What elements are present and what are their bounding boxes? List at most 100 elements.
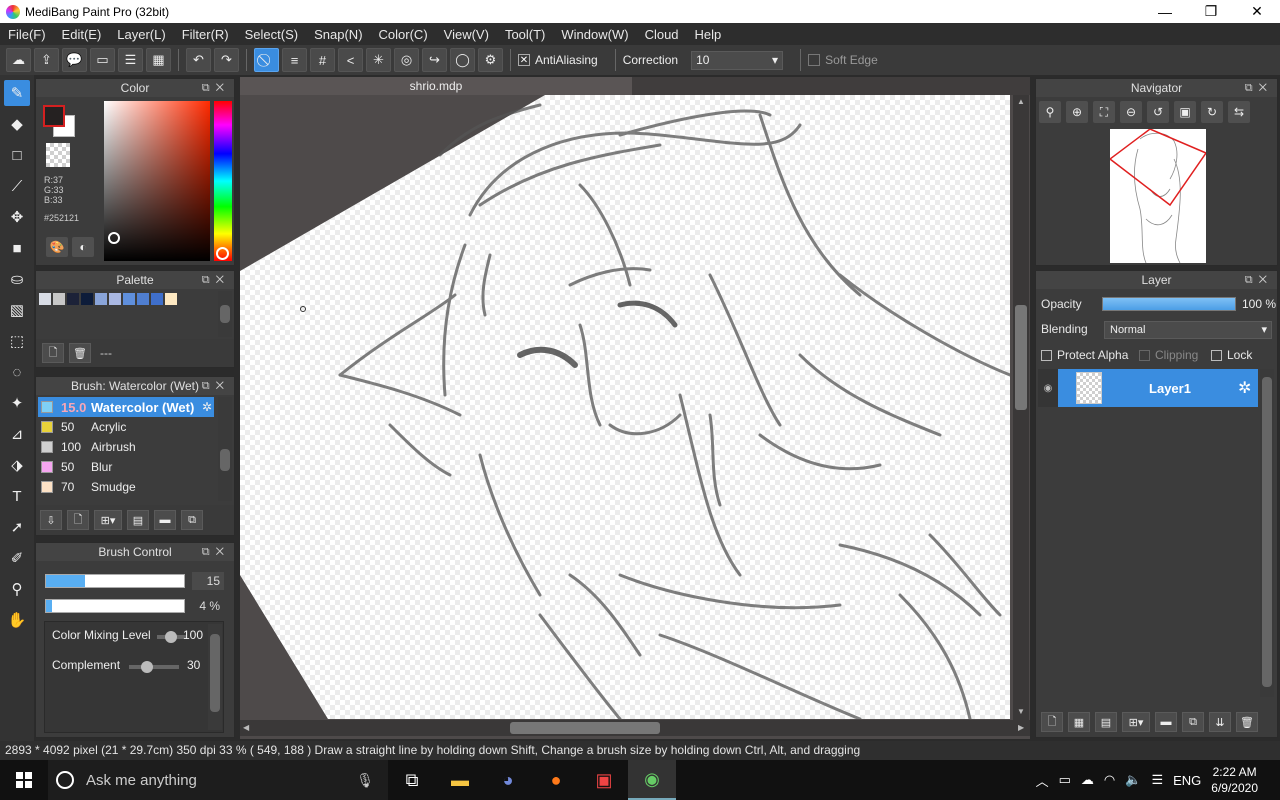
panel-popout-close-icons[interactable]: ⧉✕: [1245, 79, 1273, 97]
taskbar-search[interactable]: Ask me anything 🎙: [48, 760, 388, 800]
color-mix-icon[interactable]: ◐: [72, 237, 94, 257]
scroll-up-arrow-icon[interactable]: ▲: [1017, 97, 1025, 106]
drawing-canvas[interactable]: [240, 95, 1010, 719]
complement-slider[interactable]: [129, 661, 179, 673]
menu-select[interactable]: Select(S): [237, 27, 306, 42]
text-list-icon[interactable]: ☰: [118, 48, 143, 72]
zoom-out-icon[interactable]: ⊖: [1120, 101, 1142, 123]
new-8bit-layer-icon[interactable]: ▤: [1095, 712, 1117, 732]
balloon-icon[interactable]: ▭: [90, 48, 115, 72]
panel-layout-icon[interactable]: ▦: [146, 48, 171, 72]
cloud-icon[interactable]: ☁: [6, 48, 31, 72]
foreground-color-swatch[interactable]: [43, 105, 65, 127]
text-tool-icon[interactable]: T: [4, 483, 30, 509]
brush-opacity-slider[interactable]: [45, 599, 185, 613]
folder-icon[interactable]: ▬: [154, 510, 176, 530]
layer-opacity-slider[interactable]: [1102, 297, 1236, 311]
brush-scrollbar[interactable]: [218, 397, 232, 501]
brush-size-value[interactable]: 15: [192, 572, 224, 590]
color-mixing-knob[interactable]: [165, 631, 177, 643]
office-app-icon[interactable]: ▣: [580, 760, 628, 800]
menu-help[interactable]: Help: [687, 27, 730, 42]
brush-tool-icon[interactable]: ✎: [4, 80, 30, 106]
gear-icon[interactable]: ✲: [202, 400, 212, 414]
palette-swatch[interactable]: [81, 293, 93, 305]
delete-layer-trash-icon[interactable]: 🗑: [1236, 712, 1258, 732]
scroll-right-arrow-icon[interactable]: ▶: [1018, 723, 1024, 732]
new-halftone-layer-icon[interactable]: ▦: [1068, 712, 1090, 732]
language-indicator[interactable]: ENG: [1173, 773, 1201, 788]
clipping-checkbox[interactable]: [1139, 349, 1150, 361]
new-palette-icon[interactable]: 🗋: [42, 343, 64, 363]
lasso-tool-icon[interactable]: ◌: [4, 359, 30, 385]
layer-scrollbar[interactable]: [1260, 369, 1274, 697]
wifi-icon[interactable]: ◠: [1104, 772, 1115, 788]
select-pen-tool-icon[interactable]: ⊿: [4, 421, 30, 447]
maximize-button[interactable]: ❐: [1188, 0, 1234, 23]
curve-snap-icon[interactable]: ↪: [422, 48, 447, 72]
fit-screen-icon[interactable]: ⛶: [1093, 101, 1115, 123]
menu-window[interactable]: Window(W): [553, 27, 636, 42]
discord-icon[interactable]: ◕: [484, 760, 532, 800]
clock[interactable]: 2:22 AM 6/9/2020: [1211, 764, 1258, 796]
menu-snap[interactable]: Snap(N): [306, 27, 370, 42]
canvas-vertical-scrollbar[interactable]: ▲ ▼: [1013, 95, 1029, 720]
new-layer-icon[interactable]: 🗋: [1041, 712, 1063, 732]
rotate-right-icon[interactable]: ↻: [1201, 101, 1223, 123]
canvas-horizontal-scroll-thumb[interactable]: [510, 722, 660, 734]
canvas-vertical-scroll-thumb[interactable]: [1015, 305, 1027, 410]
duplicate-layer-icon[interactable]: ⧉: [1182, 712, 1204, 732]
brush-item-acrylic[interactable]: 50 Acrylic: [38, 417, 214, 437]
eraser-tool-icon[interactable]: ◆: [4, 111, 30, 137]
layer-settings-gear-icon[interactable]: ✲: [1238, 378, 1258, 398]
brush-settings-icon[interactable]: ▤: [127, 510, 149, 530]
speech-bubble-icon[interactable]: 💬: [62, 48, 87, 72]
hue-slider-knob[interactable]: [216, 247, 229, 260]
chevron-up-icon[interactable]: ︿: [1036, 771, 1049, 790]
palette-swatch[interactable]: [109, 293, 121, 305]
brush-item-smudge[interactable]: 70 Smudge: [38, 477, 214, 497]
menu-file[interactable]: File(F): [0, 27, 54, 42]
correction-select[interactable]: 10 ▾: [691, 50, 784, 70]
menu-color[interactable]: Color(C): [371, 27, 436, 42]
parallel-snap-icon[interactable]: ≡: [282, 48, 307, 72]
redo-icon[interactable]: ↷: [214, 48, 239, 72]
select-rect-tool-icon[interactable]: ⬚: [4, 328, 30, 354]
medibang-taskbar-icon[interactable]: ◉: [628, 760, 676, 800]
duplicate-icon[interactable]: ⧉: [181, 510, 203, 530]
task-view-icon[interactable]: ⧉: [388, 760, 436, 800]
menu-tool[interactable]: Tool(T): [497, 27, 553, 42]
radial-snap-icon[interactable]: ✳: [366, 48, 391, 72]
palette-swatch[interactable]: [137, 293, 149, 305]
panel-popout-close-icons[interactable]: ⧉✕: [1245, 271, 1273, 289]
snap-off-icon[interactable]: ⃠: [254, 48, 279, 72]
menu-filter[interactable]: Filter(R): [174, 27, 237, 42]
zoom-icon[interactable]: ⚲: [1039, 101, 1061, 123]
close-button[interactable]: ✕: [1234, 0, 1280, 23]
lock-option[interactable]: Lock: [1211, 348, 1252, 362]
operation-tool-icon[interactable]: ➚: [4, 514, 30, 540]
gradient-tool-icon[interactable]: ▧: [4, 297, 30, 323]
snap-settings-gear-icon[interactable]: ⚙: [478, 48, 503, 72]
color-wheel-icon[interactable]: 🎨: [46, 237, 68, 257]
notification-icon[interactable]: ☰: [1151, 772, 1163, 788]
soft-edge-checkbox[interactable]: [808, 54, 821, 66]
actual-size-icon[interactable]: ▣: [1174, 101, 1196, 123]
menu-view[interactable]: View(V): [436, 27, 497, 42]
grid-snap-icon[interactable]: #: [310, 48, 335, 72]
circle-snap-icon[interactable]: ◯: [450, 48, 475, 72]
menu-layer[interactable]: Layer(L): [109, 27, 173, 42]
firefox-icon[interactable]: ●: [532, 760, 580, 800]
magic-wand-tool-icon[interactable]: ✦: [4, 390, 30, 416]
select-eraser-tool-icon[interactable]: ⬗: [4, 452, 30, 478]
download-brush-icon[interactable]: ⇩: [40, 510, 62, 530]
move-tool-icon[interactable]: ✥: [4, 204, 30, 230]
palette-swatch[interactable]: [67, 293, 79, 305]
add-brush-dropdown-icon[interactable]: ⊞▾: [94, 510, 122, 530]
add-layer-dropdown-icon[interactable]: ⊞▾: [1122, 712, 1150, 732]
navigator-preview[interactable]: [1110, 129, 1206, 263]
palette-swatch[interactable]: [53, 293, 65, 305]
canvas-horizontal-scrollbar[interactable]: ◀ ▶: [240, 720, 1030, 736]
scroll-left-arrow-icon[interactable]: ◀: [243, 723, 249, 732]
menu-edit[interactable]: Edit(E): [54, 27, 110, 42]
